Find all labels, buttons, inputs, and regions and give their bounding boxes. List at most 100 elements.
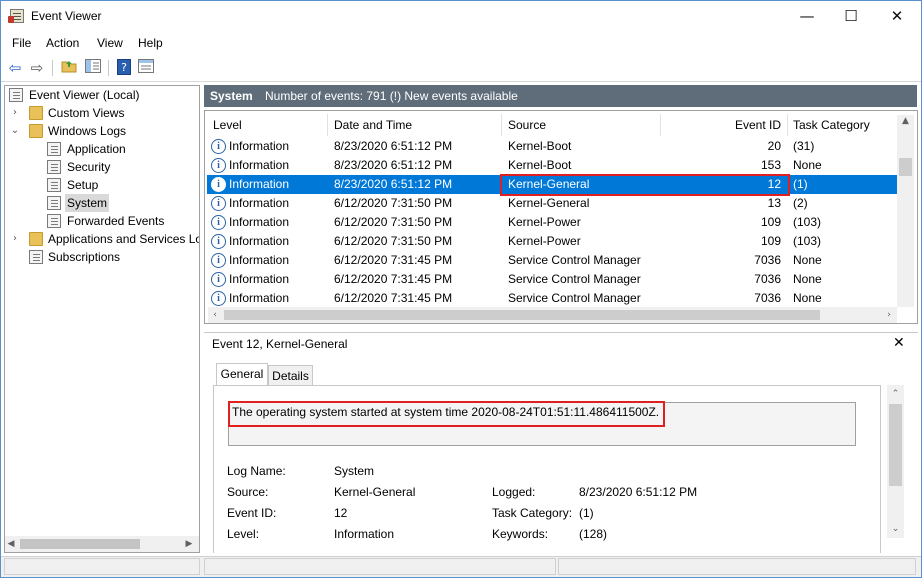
tab-details[interactable]: Details xyxy=(268,365,313,385)
cell-source: Kernel-Power xyxy=(508,234,581,248)
event-row[interactable]: i Information 6/12/2020 7:31:50 PM Kerne… xyxy=(207,194,897,213)
event-viewer-app-icon xyxy=(8,9,24,23)
cell-source: Kernel-Power xyxy=(508,215,581,229)
detail-scroll-thumb[interactable] xyxy=(889,404,902,486)
label-event-id: Event ID: xyxy=(227,506,277,520)
chevron-down-icon[interactable]: ⌄ xyxy=(10,122,20,140)
scroll-left-arrow-icon[interactable]: ◀ xyxy=(6,539,16,549)
label-level: Level: xyxy=(227,527,260,541)
cell-task-category: None xyxy=(793,253,822,267)
maximize-button[interactable]: ☐ xyxy=(828,1,874,31)
cell-datetime: 8/23/2020 6:51:12 PM xyxy=(334,139,453,153)
column-separator[interactable] xyxy=(787,114,788,136)
highlight-box-source-event-id xyxy=(500,174,790,196)
up-folder-icon[interactable] xyxy=(60,59,78,77)
event-row[interactable]: i Information 6/12/2020 7:31:45 PM Servi… xyxy=(207,270,897,289)
column-header-task-category[interactable]: Task Category xyxy=(793,115,870,135)
event-row[interactable]: i Information 6/12/2020 7:31:50 PM Kerne… xyxy=(207,232,897,251)
scroll-right-arrow-icon[interactable]: › xyxy=(884,310,894,320)
column-header-date-time[interactable]: Date and Time xyxy=(334,115,412,135)
menu-file[interactable]: File xyxy=(12,36,31,50)
minimize-button[interactable]: — xyxy=(784,1,830,31)
cell-event-id: 7036 xyxy=(754,253,781,267)
show-hide-tree-icon[interactable] xyxy=(84,59,102,77)
label-logged: Logged: xyxy=(492,485,536,499)
scroll-up-arrow-icon[interactable]: ▲ xyxy=(899,116,912,126)
list-scroll-thumb[interactable] xyxy=(899,158,912,176)
cell-task-category: None xyxy=(793,272,822,286)
tree-scroll-thumb[interactable] xyxy=(20,539,140,549)
cell-level: Information xyxy=(229,215,290,229)
cell-datetime: 6/12/2020 7:31:50 PM xyxy=(334,234,453,248)
label-log-name: Log Name: xyxy=(227,464,286,478)
cell-task-category: (103) xyxy=(793,234,822,248)
menu-action[interactable]: Action xyxy=(46,36,79,50)
properties-icon[interactable] xyxy=(137,59,155,77)
cell-level: Information xyxy=(229,158,290,172)
event-row[interactable]: i Information 6/12/2020 7:31:45 PM Servi… xyxy=(207,251,897,270)
help-icon[interactable]: ? xyxy=(115,59,133,77)
column-header-level[interactable]: Level xyxy=(213,115,242,135)
tree-item-label: Setup xyxy=(67,178,99,192)
value-source: Kernel-General xyxy=(334,485,416,499)
cell-event-id: 20 xyxy=(767,139,781,153)
scroll-down-arrow-icon[interactable]: ⌄ xyxy=(889,524,902,534)
log-name: System xyxy=(210,89,253,103)
back-arrow-icon[interactable]: ⇦ xyxy=(6,59,24,77)
cell-level: Information xyxy=(229,272,290,286)
tree-item-label: Security xyxy=(67,160,111,174)
column-separator[interactable] xyxy=(660,114,661,136)
list-vertical-scrollbar[interactable] xyxy=(897,115,914,307)
tree-item-label: Event Viewer (Local) xyxy=(29,88,140,102)
tree-item-label: Custom Views xyxy=(48,106,125,120)
column-header-event-id[interactable]: Event ID xyxy=(664,115,781,135)
forward-arrow-icon[interactable]: ⇨ xyxy=(28,59,46,77)
tree-item-label: Application xyxy=(67,142,126,156)
tree-item-label-selected: System xyxy=(65,194,110,212)
column-separator[interactable] xyxy=(327,114,328,136)
column-header-source[interactable]: Source xyxy=(508,115,546,135)
column-separator[interactable] xyxy=(501,114,502,136)
close-detail-icon[interactable]: ✕ xyxy=(893,335,905,351)
tree-item-label: Subscriptions xyxy=(48,250,121,264)
folder-icon xyxy=(29,232,43,246)
console-tree[interactable]: Event Viewer (Local) › Custom Views ⌄ Wi… xyxy=(4,85,200,553)
menu-view[interactable]: View xyxy=(97,36,123,50)
chevron-right-icon[interactable]: › xyxy=(10,230,20,248)
log-header-bar: System Number of events: 791 (!) New eve… xyxy=(204,85,917,107)
scroll-up-arrow-icon[interactable]: ⌃ xyxy=(889,389,902,399)
event-viewer-icon xyxy=(9,88,23,102)
value-keywords: (128) xyxy=(579,527,608,541)
cell-level: Information xyxy=(229,177,290,191)
highlight-box-message xyxy=(228,401,665,427)
title-bar xyxy=(1,1,921,31)
event-row[interactable]: i Information 8/23/2020 6:51:12 PM Kerne… xyxy=(207,137,897,156)
cell-event-id: 7036 xyxy=(754,291,781,305)
log-icon xyxy=(47,142,61,156)
event-row[interactable]: i Information 6/12/2020 7:31:50 PM Kerne… xyxy=(207,213,897,232)
cell-datetime: 6/12/2020 7:31:45 PM xyxy=(334,272,453,286)
chevron-right-icon[interactable]: › xyxy=(10,104,20,122)
event-row[interactable]: i Information 8/23/2020 6:51:12 PM Kerne… xyxy=(207,156,897,175)
information-icon: i xyxy=(211,291,226,306)
cell-task-category: None xyxy=(793,158,822,172)
tab-general[interactable]: General xyxy=(216,363,268,385)
menu-help[interactable]: Help xyxy=(138,36,163,50)
event-row[interactable]: i Information 6/12/2020 7:31:45 PM Servi… xyxy=(207,289,897,308)
cell-source: Kernel-Boot xyxy=(508,158,572,172)
status-cell xyxy=(4,558,200,575)
cell-event-id: 153 xyxy=(760,158,781,172)
log-icon xyxy=(47,178,61,192)
label-keywords: Keywords: xyxy=(492,527,549,541)
label-task-category: Task Category: xyxy=(492,506,573,520)
close-button[interactable]: ✕ xyxy=(874,1,920,31)
information-icon: i xyxy=(211,234,226,249)
value-task-category: (1) xyxy=(579,506,594,520)
scroll-right-arrow-icon[interactable]: ▶ xyxy=(184,539,194,549)
information-icon: i xyxy=(211,253,226,268)
log-icon xyxy=(47,160,61,174)
list-hscroll-thumb[interactable] xyxy=(224,310,820,320)
information-icon: i xyxy=(211,139,226,154)
log-icon xyxy=(47,214,61,228)
scroll-left-arrow-icon[interactable]: ‹ xyxy=(210,310,220,320)
